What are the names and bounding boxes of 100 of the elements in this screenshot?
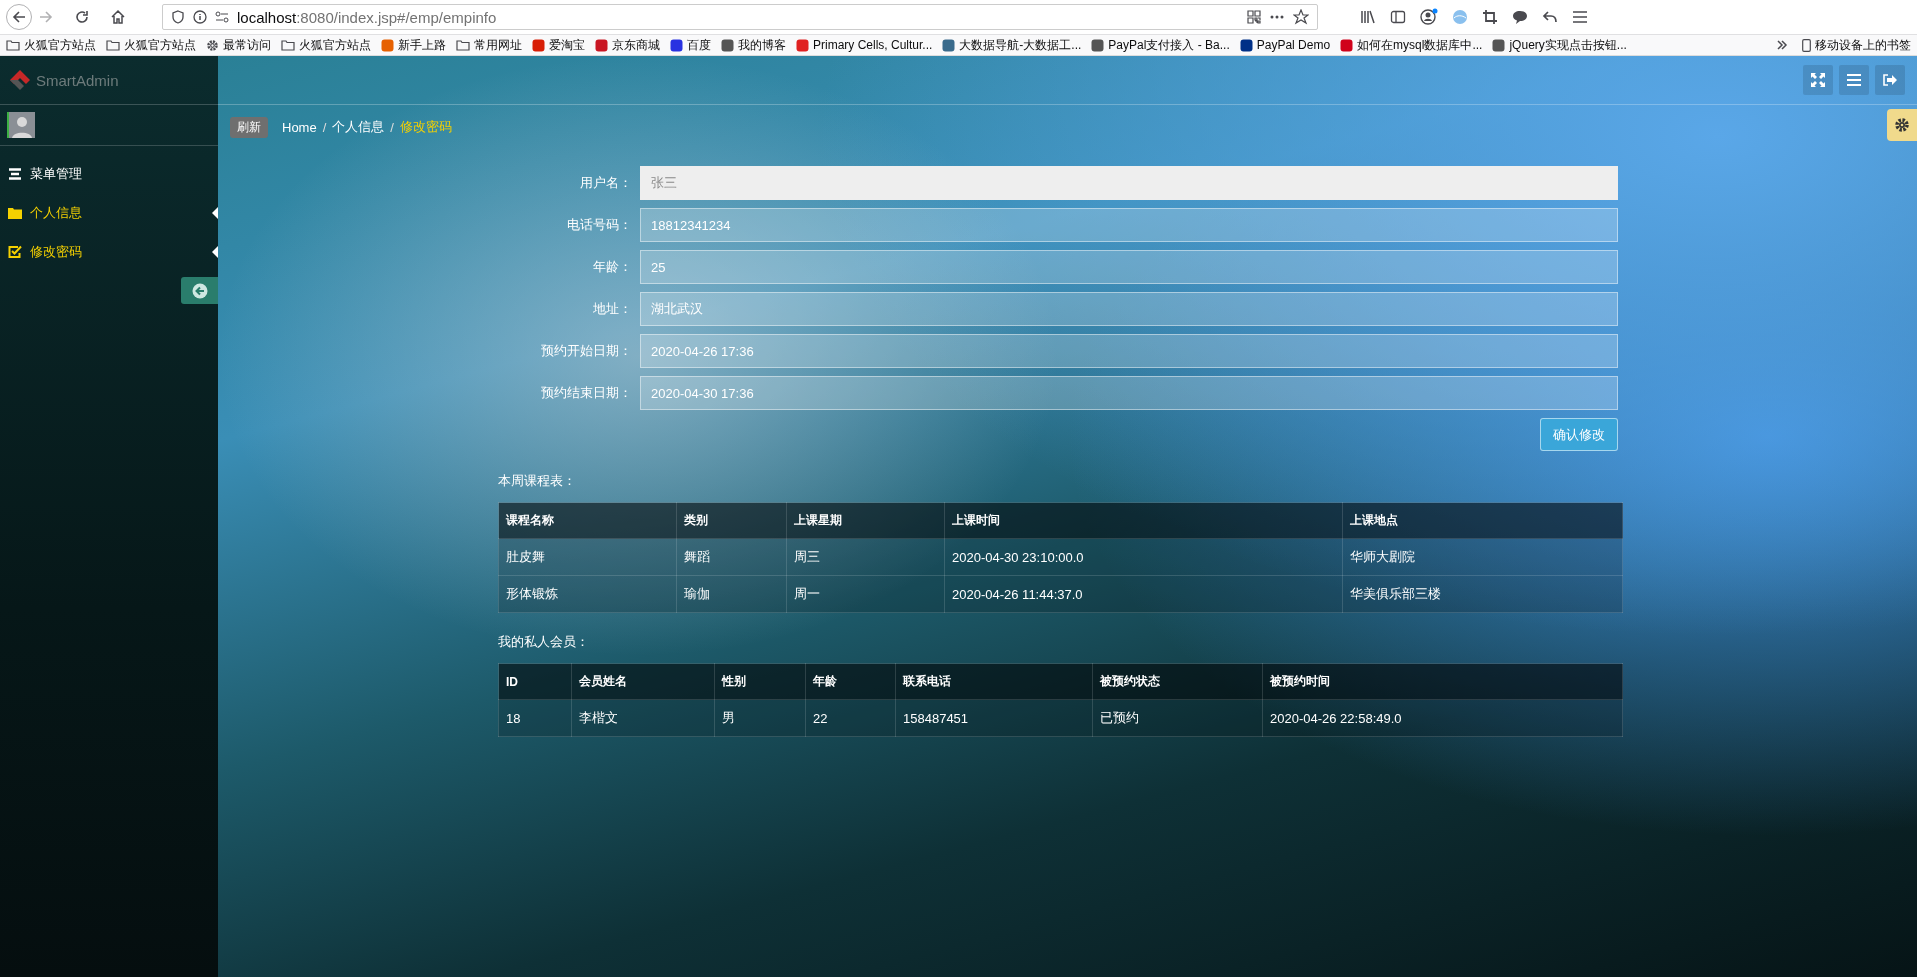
collapse-button[interactable] [181, 277, 218, 304]
settings-icon [1894, 117, 1910, 133]
logout-button[interactable] [1875, 65, 1905, 95]
list-icon [8, 167, 22, 180]
bookmark-item[interactable]: 火狐官方站点 [106, 36, 196, 54]
site-icon [1340, 38, 1354, 52]
bookmark-item[interactable]: 百度 [670, 36, 711, 54]
bookmark-item[interactable]: Primary Cells, Cultur... [796, 38, 933, 52]
table-cell: 2020-04-26 22:58:49.0 [1262, 699, 1623, 737]
breadcrumb-link[interactable]: 个人信息 [332, 118, 385, 136]
table-cell: 2020-04-26 11:44:37.0 [944, 575, 1343, 613]
check-square-icon [8, 245, 22, 258]
menu-item[interactable]: 个人信息 [0, 193, 218, 232]
column-header: 性别 [714, 663, 806, 700]
folder-icon [456, 39, 470, 51]
logo-icon [8, 68, 32, 92]
folder-icon [106, 39, 120, 51]
field-label: 地址： [592, 300, 633, 318]
bookmark-item[interactable]: 新手上路 [381, 36, 446, 54]
sidebar-icon[interactable] [1390, 9, 1406, 25]
chat-icon[interactable] [1512, 9, 1528, 25]
field-label: 用户名： [579, 174, 633, 192]
bookmark-item[interactable]: 最常访问 [206, 36, 271, 54]
folder-icon [281, 39, 295, 51]
home-icon[interactable] [110, 9, 126, 25]
bookmark-item[interactable]: 火狐官方站点 [6, 36, 96, 54]
table-cell: 华美俱乐部三楼 [1342, 575, 1623, 613]
table-cell: 周三 [786, 538, 945, 576]
logo-text: SmartAdmin [36, 71, 119, 89]
arrow-circle-icon [191, 282, 208, 299]
section-title: 我的私人会员： [498, 634, 590, 650]
bookmark-item[interactable]: 常用网址 [456, 36, 522, 54]
column-header: ID [498, 663, 572, 700]
refresh-button[interactable]: 刷新 [230, 116, 268, 138]
breadcrumb-separator: / [390, 119, 394, 135]
bookmark-item[interactable]: PayPal支付接入 - Ba... [1091, 36, 1230, 54]
column-header: 被预约时间 [1262, 663, 1623, 700]
sliders-icon [215, 10, 229, 24]
section-title: 本周课程表： [498, 473, 577, 489]
table-cell: 周一 [786, 575, 945, 613]
site-icon [942, 38, 956, 52]
column-header: 会员姓名 [571, 663, 715, 700]
menu-button[interactable] [1839, 65, 1869, 95]
bookmark-item[interactable]: jQuery实现点击按钮... [1492, 36, 1627, 54]
phone-icon [1802, 38, 1811, 52]
bookmark-item[interactable]: 我的博客 [721, 36, 786, 54]
bookmark-item[interactable]: 移动设备上的书签 [1802, 36, 1911, 54]
table-cell: 舞蹈 [676, 538, 787, 576]
column-header: 上课地点 [1342, 502, 1623, 539]
column-header: 被预约状态 [1092, 663, 1263, 700]
table-cell: 肚皮舞 [498, 538, 677, 576]
site-icon [595, 38, 608, 52]
folder-icon [8, 206, 22, 219]
fullscreen-button[interactable] [1803, 65, 1833, 95]
logout-icon [1882, 73, 1898, 87]
menu-icon[interactable] [1572, 9, 1588, 25]
menu-item[interactable]: 修改密码 [0, 232, 218, 271]
site-icon [1091, 38, 1105, 52]
field-label: 电话号码： [566, 216, 633, 234]
qr-code-icon[interactable] [1247, 10, 1261, 24]
bookmark-item[interactable]: PayPal Demo [1239, 38, 1331, 52]
table-cell: 男 [714, 699, 806, 737]
chevrons-icon[interactable] [1776, 39, 1788, 51]
star-icon[interactable] [1293, 9, 1309, 25]
back-arrow-icon [11, 9, 27, 25]
column-header: 联系电话 [895, 663, 1093, 700]
menu-icon [1846, 73, 1862, 87]
bookmark-item[interactable]: 如何在mysql数据库中... [1340, 36, 1483, 54]
library-icon[interactable] [1360, 9, 1376, 25]
address-bar[interactable]: localhost:8080/index.jsp#/emp/empinfo [162, 4, 1318, 30]
bookmark-item[interactable]: 爱淘宝 [532, 36, 585, 54]
field-label: 预约开始日期： [540, 342, 633, 360]
site-icon [721, 38, 734, 52]
reload-icon[interactable] [74, 9, 90, 25]
settings-button[interactable] [1887, 109, 1917, 141]
field-label: 年龄： [592, 258, 633, 276]
table-cell: 形体锻炼 [498, 575, 677, 613]
table-cell: 已预约 [1092, 699, 1263, 737]
table-cell: 18 [498, 699, 572, 737]
bookmark-item[interactable]: 火狐官方站点 [281, 36, 371, 54]
url-text: localhost:8080/index.jsp#/emp/empinfo [237, 8, 497, 26]
expand-arrows-icon [1810, 72, 1826, 88]
undo-icon[interactable] [1542, 9, 1558, 25]
site-icon [1492, 38, 1506, 52]
breadcrumb-separator: / [322, 119, 327, 135]
site-icon [381, 38, 394, 52]
folder-icon [6, 39, 20, 51]
breadcrumb-link[interactable]: Home [282, 119, 317, 135]
site-icon [796, 38, 809, 52]
table-cell: 22 [805, 699, 896, 737]
account-icon[interactable] [1420, 8, 1438, 26]
site-icon [532, 38, 545, 52]
gear-icon [206, 38, 219, 52]
table-cell: 瑜伽 [676, 575, 787, 613]
bookmark-item[interactable]: 京东商城 [595, 36, 660, 54]
bookmark-item[interactable]: 大数据导航-大数据工... [942, 36, 1082, 54]
menu-item[interactable]: 菜单管理 [0, 154, 218, 193]
column-header: 上课时间 [944, 502, 1343, 539]
crop-icon[interactable] [1482, 9, 1498, 25]
column-header: 年龄 [805, 663, 896, 700]
